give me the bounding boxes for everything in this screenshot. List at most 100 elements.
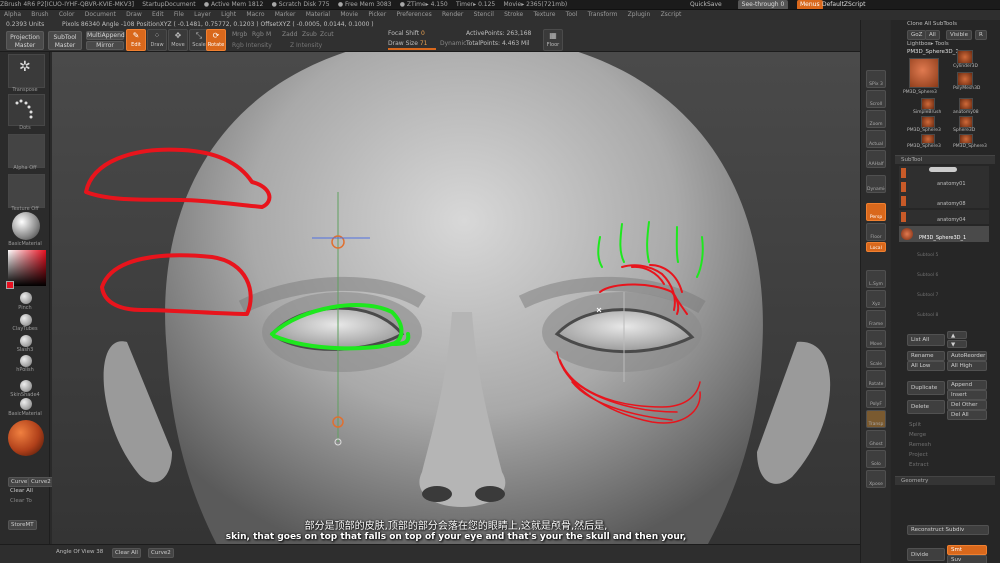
actual-button[interactable]: Actual xyxy=(866,130,886,148)
hpolish-brush-icon[interactable] xyxy=(20,355,32,367)
menu-edit[interactable]: Edit xyxy=(152,10,164,20)
multiappend-button[interactable]: MultiAppend xyxy=(86,31,125,40)
transpose-brush-slot[interactable]: ✲ xyxy=(8,54,45,88)
subtool-row-selected[interactable]: PM3D_Sphere3D_1 xyxy=(899,226,989,242)
lightbox-tools-button[interactable]: Lightbox▸ Tools xyxy=(907,41,949,47)
pinch-brush-icon[interactable] xyxy=(20,292,32,304)
menu-stroke[interactable]: Stroke xyxy=(504,10,523,20)
spix-button[interactable]: SPix 3 xyxy=(866,70,886,88)
visibility-toggle-icon[interactable] xyxy=(929,167,957,172)
dynamic-toggle[interactable]: Dynamic xyxy=(440,40,466,47)
zadd-button[interactable]: Zadd xyxy=(282,31,297,38)
aahalf-button[interactable]: AAHalf xyxy=(866,150,886,168)
reconstruct-subdiv-button[interactable]: Reconstruct Subdiv xyxy=(907,525,989,535)
material-preview-ball[interactable] xyxy=(8,420,44,456)
goz-button[interactable]: GoZ xyxy=(907,30,927,40)
claytubes-brush-icon[interactable] xyxy=(20,314,32,326)
curve2-button[interactable]: Curve2 xyxy=(28,477,54,487)
menu-preferences[interactable]: Preferences xyxy=(396,10,431,20)
rotate-button[interactable]: ⟳ Rotate xyxy=(206,29,226,51)
pm3d-sphere-thumbnail-c[interactable] xyxy=(959,134,973,144)
move-button[interactable]: ✥ Move xyxy=(168,29,188,51)
menu-alpha[interactable]: Alpha xyxy=(4,10,21,20)
store-mt-button[interactable]: StoreMT xyxy=(8,520,37,530)
menu-stencil[interactable]: Stencil xyxy=(474,10,494,20)
del-all-button[interactable]: Del All xyxy=(947,410,987,420)
alpha-slot[interactable] xyxy=(8,134,45,168)
menu-layer[interactable]: Layer xyxy=(194,10,211,20)
split-menu[interactable]: Split xyxy=(909,422,921,428)
delete-button[interactable]: Delete xyxy=(907,400,945,414)
menu-tool[interactable]: Tool xyxy=(566,10,578,20)
floor-view-button[interactable]: Floor xyxy=(866,223,886,241)
persp-button[interactable]: Persp xyxy=(866,203,886,221)
divide-button[interactable]: Divide xyxy=(907,548,945,561)
focal-shift-slider[interactable]: Focal Shift 0 xyxy=(388,30,425,37)
subtool-row[interactable]: anatomy04 xyxy=(899,210,989,224)
anatomy08-thumbnail[interactable] xyxy=(959,98,973,110)
default-zscript-button[interactable]: DefaultZScript xyxy=(822,0,865,9)
zcut-button[interactable]: Zcut xyxy=(320,31,334,38)
goz-all-button[interactable]: All xyxy=(925,30,940,40)
pm3d-sphere-thumbnail-b[interactable] xyxy=(921,134,935,144)
menu-document[interactable]: Document xyxy=(85,10,116,20)
m-button[interactable]: M xyxy=(266,31,271,38)
see-through-slider[interactable]: See-through 0 xyxy=(738,0,788,9)
subtool-header[interactable]: SubTool xyxy=(895,155,995,164)
menu-zscript[interactable]: Zscript xyxy=(661,10,682,20)
xyz-button[interactable]: Xyz xyxy=(866,290,886,308)
current-tool-thumbnail[interactable] xyxy=(909,58,939,88)
menu-transform[interactable]: Transform xyxy=(588,10,618,20)
insert-button[interactable]: Insert xyxy=(947,390,987,400)
head-sculpt-viewport[interactable] xyxy=(52,52,860,544)
subtool-master-button[interactable]: SubTool Master xyxy=(48,31,82,50)
scroll-button[interactable]: Scroll xyxy=(866,90,886,108)
sphere3d-thumbnail[interactable] xyxy=(959,116,973,128)
z-intensity-slider[interactable]: Z Intensity xyxy=(290,42,322,49)
menu-picker[interactable]: Picker xyxy=(368,10,386,20)
menu-render[interactable]: Render xyxy=(442,10,463,20)
basic-material-ball[interactable] xyxy=(12,212,40,240)
angle-of-view-slider[interactable]: Angle Of View 38 xyxy=(54,548,105,556)
cylinder3d-thumbnail[interactable] xyxy=(957,50,973,64)
transp-button[interactable]: Transp xyxy=(866,410,886,428)
list-all-button[interactable]: List All xyxy=(907,334,945,346)
skinshade4-material-icon[interactable] xyxy=(20,380,32,392)
slash3-brush-icon[interactable] xyxy=(20,335,32,347)
move-view-button[interactable]: Move xyxy=(866,330,886,348)
menu-file[interactable]: File xyxy=(174,10,184,20)
smt-toggle[interactable]: Smt xyxy=(947,545,987,555)
menu-material[interactable]: Material xyxy=(306,10,330,20)
menu-zplugin[interactable]: Zplugin xyxy=(628,10,651,20)
visible-button[interactable]: Visible xyxy=(946,30,972,40)
menu-color[interactable]: Color xyxy=(59,10,75,20)
autoreorder-button[interactable]: AutoReorder xyxy=(947,351,987,361)
projection-master-button[interactable]: Projection Master xyxy=(6,31,44,50)
zoom-button[interactable]: Zoom xyxy=(866,110,886,128)
mrgb-button[interactable]: Mrgb xyxy=(232,31,247,38)
menu-light[interactable]: Light xyxy=(221,10,236,20)
edit-button[interactable]: ✎ Edit xyxy=(126,29,146,51)
local-button[interactable]: Local xyxy=(866,242,886,252)
menu-macro[interactable]: Macro xyxy=(246,10,264,20)
draw-size-slider[interactable]: Draw Size 71 xyxy=(388,40,427,47)
main-color-swatch[interactable] xyxy=(6,281,14,289)
rotate-view-button[interactable]: Rotate xyxy=(866,370,886,388)
document-canvas[interactable] xyxy=(52,52,860,544)
geometry-header[interactable]: Geometry xyxy=(895,476,995,485)
subtool-row[interactable]: anatomy01 xyxy=(899,180,989,194)
scale-view-button[interactable]: Scale xyxy=(866,350,886,368)
suv-toggle[interactable]: Suv xyxy=(947,555,987,563)
del-other-button[interactable]: Del Other xyxy=(947,400,987,410)
append-button[interactable]: Append xyxy=(947,380,987,390)
menu-brush[interactable]: Brush xyxy=(31,10,48,20)
basic-material-2-icon[interactable] xyxy=(20,398,32,410)
remesh-menu[interactable]: Remesh xyxy=(909,442,931,448)
menu-marker[interactable]: Marker xyxy=(275,10,296,20)
mirror-button[interactable]: Mirror xyxy=(86,41,124,50)
move-down-button[interactable]: ▼ xyxy=(947,340,967,348)
solo-button[interactable]: Solo xyxy=(866,450,886,468)
subtool-row[interactable] xyxy=(899,166,989,180)
lsym-button[interactable]: L.Sym xyxy=(866,270,886,288)
polyf-button[interactable]: PolyF xyxy=(866,390,886,408)
